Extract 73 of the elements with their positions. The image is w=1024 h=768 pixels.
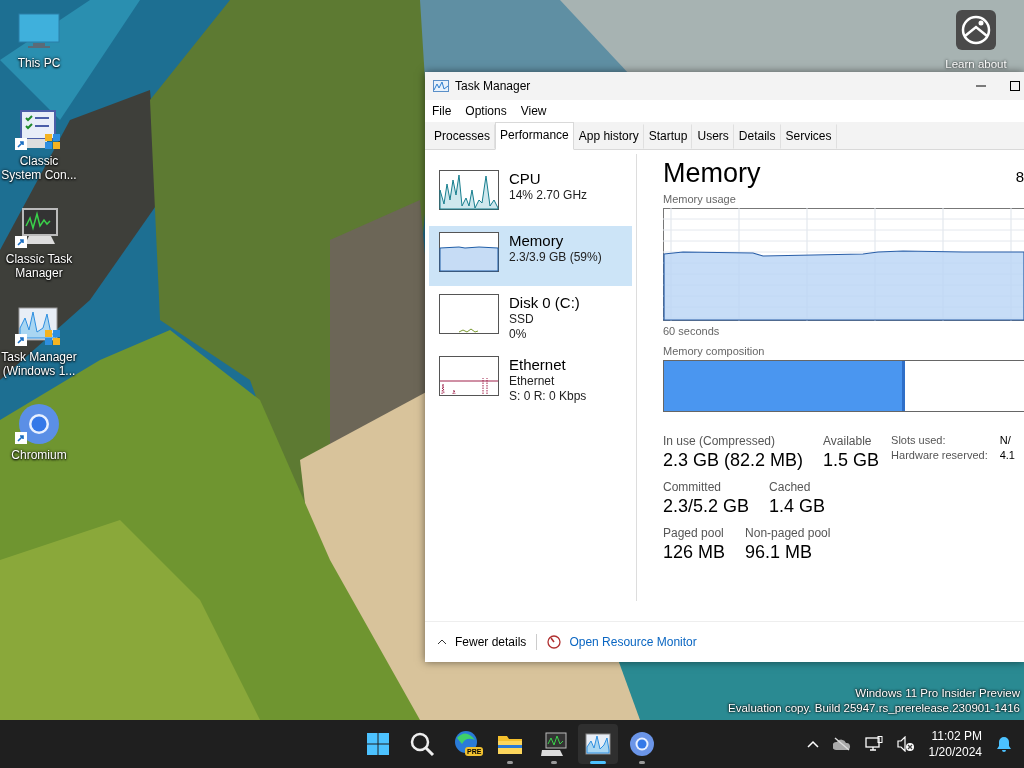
sparkline-graph (439, 170, 499, 210)
time-text: 11:02 PM (931, 728, 982, 744)
resource-detail: SSD (509, 312, 535, 327)
sparkline-graph (439, 294, 499, 334)
stat-value: 2.3 GB (82.2 MB) (663, 450, 804, 471)
icon-label[interactable]: Task Manager (Windows 1... (0, 350, 78, 378)
resource-detail: 0% (509, 327, 528, 342)
window-title: Task Manager (455, 79, 532, 93)
icon-label[interactable]: Classic System Con... (0, 154, 78, 182)
resource-detail: 2.3/3.9 GB (59%) (509, 250, 602, 265)
menu-item[interactable]: Options (465, 104, 507, 118)
stat-label: Slots used: (891, 434, 947, 446)
resource-detail: Ethernet (509, 374, 556, 389)
stat-label: Paged pool (663, 526, 725, 540)
resource-name: Disk 0 (C:) (509, 294, 580, 312)
icon-label[interactable]: Classic Task Manager (0, 252, 78, 280)
stat-value: 2.3/5.2 GB (663, 496, 750, 517)
maximize-icon[interactable] (1010, 81, 1020, 91)
stat-label: Cached (769, 480, 812, 494)
time-label: 60 seconds (663, 325, 721, 337)
stat-value: 4.1 (999, 449, 1015, 461)
watermark-text: Evaluation copy. Build 25947.rs_prerelease.230901-1416 (728, 701, 1020, 716)
total-memory: 8 (1015, 168, 1024, 185)
browser-icon (628, 730, 656, 758)
chart-label: Memory composition (663, 345, 766, 357)
resource-item[interactable]: Ethernet Ethernet S: 0 R: 0 Kbps (429, 350, 632, 410)
graph-icon[interactable] (15, 304, 63, 348)
stat-label: Non-paged pool (745, 526, 831, 540)
control-panel-icon[interactable] (15, 108, 63, 152)
stat-value: N/ (999, 434, 1012, 446)
watermark-text: Windows 11 Pro Insider Preview (855, 686, 1020, 701)
chart-label: Memory usage (663, 193, 737, 205)
sparkline-graph (439, 356, 499, 396)
resource-item[interactable]: Memory 2.3/3.9 GB (59%) (429, 226, 632, 286)
start-icon (364, 730, 392, 758)
menu-item[interactable]: View (520, 104, 547, 118)
cloud-off-icon[interactable] (832, 737, 851, 751)
stat-value: 1.5 GB (823, 450, 880, 471)
stat-value: 96.1 MB (745, 542, 814, 563)
stat-label: In use (Compressed) (663, 434, 777, 448)
resource-detail: S: 0 R: 0 Kbps (509, 389, 587, 404)
monitor-graph-icon (540, 730, 568, 758)
tab[interactable]: Performance (495, 122, 574, 150)
notification-bell-icon[interactable] (996, 736, 1012, 752)
graph-icon (584, 730, 612, 758)
network-icon[interactable] (864, 736, 883, 752)
stat-label: Committed (663, 480, 722, 494)
chevron-up-icon (437, 639, 447, 645)
camera-icon[interactable] (956, 10, 996, 50)
taskbar-button[interactable] (578, 724, 618, 764)
stat-value: 126 MB (663, 542, 726, 563)
search-icon (408, 730, 436, 758)
icon-label[interactable]: This PC (0, 56, 78, 70)
app-icon (433, 80, 449, 92)
gauge-icon (547, 635, 562, 649)
resource-monitor-link[interactable]: Open Resource Monitor (569, 635, 697, 649)
resource-item[interactable]: Disk 0 (C:) SSD 0% (429, 288, 632, 348)
menu-item[interactable]: File (432, 104, 452, 118)
section-title: Memory (663, 158, 761, 189)
resource-detail: 14% 2.70 GHz (509, 188, 588, 203)
stat-value: 1.4 GB (769, 496, 826, 517)
resource-name: Memory (509, 232, 565, 250)
sparkline-graph (439, 232, 499, 272)
volume-muted-icon[interactable] (896, 736, 915, 752)
resource-item[interactable]: CPU 14% 2.70 GHz (429, 164, 632, 224)
stat-label: Available (823, 434, 873, 448)
fewer-details-button[interactable]: Fewer details (455, 635, 527, 649)
resource-name: Ethernet (509, 356, 567, 374)
resource-name: CPU (509, 170, 542, 188)
date-text: 1/20/2024 (928, 744, 982, 760)
chevron-up-icon[interactable] (806, 740, 819, 748)
stat-label: Hardware reserved: (891, 449, 988, 461)
clock[interactable]: 11:02 PM 1/20/2024 (928, 728, 982, 760)
